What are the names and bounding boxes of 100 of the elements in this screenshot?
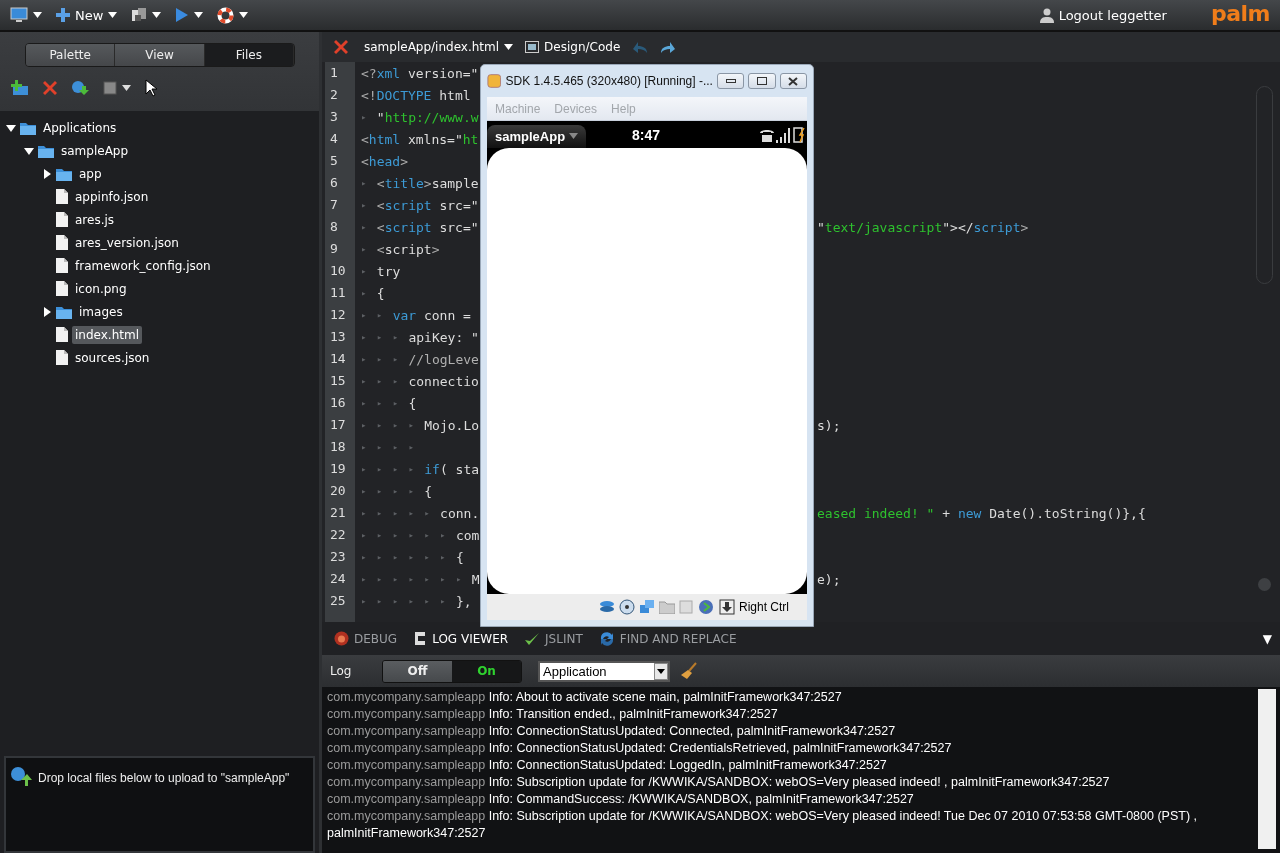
collapsed-arrow-icon[interactable] [42, 306, 52, 317]
close-icon[interactable] [334, 40, 348, 54]
refresh-icon [598, 631, 615, 646]
log-entry: com.mycompany.sampleapp Info: CommandSuccess: /KWWIKA/SANDBOX, palmInitFramework347:2527 [327, 791, 915, 808]
panel-tab[interactable]: JSLINT [524, 631, 583, 646]
line-number: 1 [329, 64, 339, 82]
indent-guide: ▸▸▸ [361, 376, 409, 386]
play-icon[interactable] [175, 7, 190, 23]
code-text: if( sta [424, 461, 480, 477]
clock: 8:47 [632, 126, 662, 143]
line-number: 9 [329, 240, 339, 258]
sidebar-tab[interactable]: View [115, 44, 205, 66]
collapse-toggle[interactable]: ▼ [1262, 631, 1272, 646]
toggle-option[interactable]: On [452, 660, 521, 682]
panel-tab[interactable]: DEBUG [334, 631, 398, 646]
toggle-option[interactable]: Off [383, 660, 452, 682]
expanded-arrow-icon[interactable] [6, 122, 16, 133]
logout-link[interactable]: Logout leggetter [1039, 7, 1167, 23]
globe-icon[interactable] [697, 599, 715, 615]
code-text: e); [817, 571, 842, 587]
battery-icon [793, 126, 805, 143]
caret-icon[interactable] [33, 12, 42, 18]
code-text: //logLeve [408, 351, 479, 367]
line-number: 16 [329, 394, 347, 412]
panel-tab[interactable]: LOG VIEWER [413, 631, 509, 646]
redo-icon[interactable] [660, 41, 677, 53]
file-icon [56, 327, 68, 342]
line-number: 12 [329, 306, 347, 324]
panel-tab[interactable]: FIND AND REPLACE [598, 631, 737, 646]
minimize-button[interactable] [716, 73, 745, 89]
broom-icon[interactable] [680, 662, 698, 680]
tree-item[interactable]: images [76, 302, 126, 321]
monitor-icon[interactable] [10, 7, 28, 23]
app-menu[interactable]: sampleApp [487, 124, 587, 148]
code-text: <html xmlns="ht [361, 131, 479, 147]
delete-icon[interactable] [43, 81, 57, 95]
tree-item[interactable]: ares_version.json [72, 233, 182, 252]
download-globe-icon[interactable] [71, 80, 89, 96]
caret-icon[interactable] [194, 12, 204, 18]
collapsed-arrow-icon[interactable] [42, 168, 52, 179]
tree-item[interactable]: appinfo.json [72, 187, 152, 206]
new-folder-icon[interactable] [11, 80, 29, 96]
caret-icon[interactable] [122, 85, 131, 91]
code-text: connectio [408, 373, 479, 389]
lifebuoy-icon[interactable] [217, 6, 235, 24]
code-text: try [376, 263, 401, 279]
cd-icon[interactable] [619, 599, 635, 615]
bug-icon [334, 631, 349, 646]
checkmark-icon [524, 631, 541, 646]
indent-guide: ▸▸▸▸▸▸ [361, 596, 456, 606]
filter-select[interactable]: Application [538, 660, 670, 682]
line-number: 19 [329, 460, 347, 478]
upload-hint: Drop local files below to upload to "sampleApp" [38, 771, 290, 785]
sidebar-tab[interactable]: Files [204, 44, 294, 66]
indent-guide: ▸▸▸▸▸ [361, 508, 441, 518]
line-number: 6 [329, 174, 339, 192]
caret-icon[interactable] [239, 12, 249, 18]
line-number: 11 [329, 284, 347, 302]
minimize-icon [725, 79, 736, 83]
tree-item[interactable]: sampleApp [58, 141, 132, 160]
keyboard-capture-icon[interactable] [719, 599, 735, 615]
scrollbar[interactable] [1258, 689, 1276, 849]
folder-icon [20, 120, 36, 135]
caret-icon[interactable] [504, 44, 514, 50]
close-button[interactable] [779, 73, 807, 89]
network-icon[interactable] [639, 599, 655, 615]
log-entry: com.mycompany.sampleapp Info: ConnectionStatusUpdated: CredentialsRetrieved, palmInitFramework347:2527 [327, 740, 953, 757]
caret-icon[interactable] [152, 12, 162, 18]
tree-item[interactable]: Applications [40, 118, 120, 137]
line-number: 23 [329, 548, 347, 566]
file-tab[interactable]: sampleApp/index.html [364, 40, 514, 54]
design-code-button[interactable]: Design/Code [525, 40, 621, 54]
tree-item[interactable]: index.html [72, 325, 142, 344]
indent-guide: ▸ [361, 244, 377, 254]
tree-item[interactable]: app [76, 164, 105, 183]
maximize-button[interactable] [748, 73, 776, 89]
line-number: 14 [329, 350, 347, 368]
files-icon[interactable] [131, 7, 148, 23]
indent-guide: ▸ [361, 112, 377, 122]
tree-item[interactable]: ares.js [72, 210, 118, 229]
code-text: { [376, 285, 385, 301]
sidebar-tab[interactable]: Palette [26, 44, 116, 66]
indent-guide: ▸▸▸▸ [361, 442, 425, 452]
tree-item[interactable]: framework_config.json [72, 256, 214, 275]
log-label: Log [330, 664, 353, 678]
file-icon [56, 258, 68, 273]
disk-icon[interactable] [599, 599, 615, 615]
new-button[interactable]: New [56, 7, 118, 23]
folder-icon [56, 166, 72, 181]
indent-guide: ▸▸▸▸ [361, 420, 425, 430]
tree-item[interactable]: icon.png [72, 279, 130, 298]
file-icon [56, 212, 68, 227]
code-text: conn. [440, 505, 480, 521]
caret-icon[interactable] [108, 12, 118, 18]
line-number: 15 [329, 372, 347, 390]
expanded-arrow-icon[interactable] [24, 145, 34, 156]
line-number: 7 [329, 196, 339, 214]
logo: palm [1210, 0, 1270, 26]
tree-item[interactable]: sources.json [72, 348, 153, 367]
file-icon [56, 281, 68, 296]
